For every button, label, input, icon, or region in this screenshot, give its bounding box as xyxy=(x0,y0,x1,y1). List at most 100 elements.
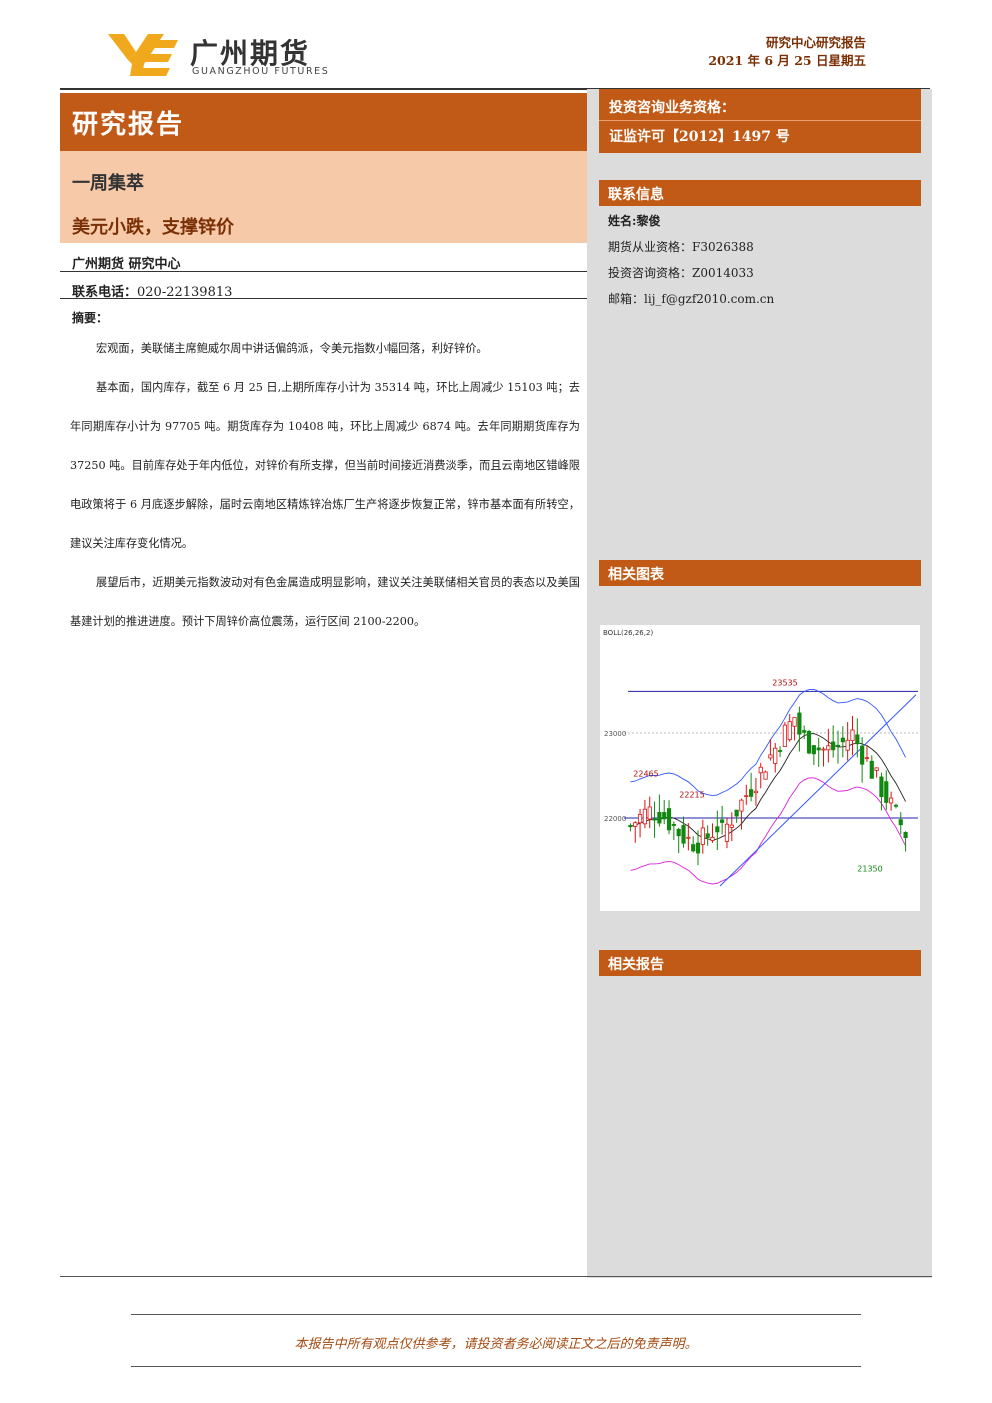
candle-body-29 xyxy=(768,754,773,759)
candle-body-27 xyxy=(758,766,763,774)
headline: 美元小跌，支撑锌价 xyxy=(72,217,234,238)
company-logo: 广州期货 GUANGZHOU FUTURES xyxy=(108,30,348,80)
price-annotation-1: 22465 xyxy=(633,769,658,778)
candle-body-25 xyxy=(749,789,754,797)
candle-body-13 xyxy=(691,844,696,852)
candle-body-1 xyxy=(633,822,638,827)
candle-body-50 xyxy=(869,760,874,779)
candle-body-4 xyxy=(647,806,652,820)
candle-body-19 xyxy=(720,819,725,823)
futures-label: 期货从业资格： xyxy=(608,240,693,254)
report-type: 研究中心研究报告 xyxy=(765,35,866,50)
email-label: 邮箱： xyxy=(608,292,645,306)
report-date: 2021 年 6 月 25 日星期五 xyxy=(708,53,866,68)
candle-body-23 xyxy=(739,799,744,812)
candle-body-33 xyxy=(787,721,792,740)
candle-body-51 xyxy=(874,767,879,771)
price-annotation-2: 22215 xyxy=(679,791,704,800)
candle-body-20 xyxy=(724,823,730,842)
org-divider xyxy=(60,271,587,272)
candle-body-30 xyxy=(773,747,778,764)
candle-body-24 xyxy=(744,795,749,798)
price-annotation-0: 23535 xyxy=(772,679,797,688)
candle-body-34 xyxy=(792,717,797,727)
analyst-name: 姓名:黎俊 xyxy=(608,212,660,229)
candle-body-5 xyxy=(652,818,657,821)
charts-section-header: 相关图表 xyxy=(599,560,921,586)
candle-body-15 xyxy=(700,827,705,845)
email-address[interactable]: lij_f@gzf2010.com.cn xyxy=(644,292,774,306)
price-annotation-3: 21350 xyxy=(857,864,882,873)
candle-body-44 xyxy=(840,737,845,743)
candle-body-21 xyxy=(729,824,734,828)
organization: 广州期货 研究中心 xyxy=(72,257,181,272)
candle-body-52 xyxy=(879,776,884,798)
consult-qualification: 投资咨询资格：Z0014033 xyxy=(608,264,754,281)
candle-body-9 xyxy=(671,823,676,826)
footer-divider-lower xyxy=(131,1366,861,1367)
candle-body-36 xyxy=(802,730,807,733)
candle-body-37 xyxy=(806,730,812,754)
candle-body-35 xyxy=(797,712,802,735)
qualification-label: 投资咨询业务资格： xyxy=(609,100,735,116)
candle-body-14 xyxy=(695,842,701,854)
band-title: 研究报告 xyxy=(72,110,185,140)
candle-body-2 xyxy=(637,813,643,824)
futures-id: F3026388 xyxy=(692,240,754,254)
column-name: 一周集萃 xyxy=(72,173,144,194)
candle-body-55 xyxy=(893,804,899,807)
candle-body-41 xyxy=(826,745,831,751)
candle-body-12 xyxy=(686,836,691,839)
futures-qualification: 期货从业资格：F3026388 xyxy=(608,238,754,255)
logo-english-name: GUANGZHOU FUTURES xyxy=(192,66,330,77)
disclaimer: 本报告中所有观点仅供参考，请投资者务必阅读正文之后的免责声明。 xyxy=(294,1337,698,1352)
abstract-paragraph-fundamentals: 基本面，国内库存，截至 6 月 25 日,上期所库存小计为 35314 吨，环比… xyxy=(70,381,580,550)
header-meta: 研究中心研究报告 2021 年 6 月 25 日星期五 xyxy=(708,34,866,70)
zinc-price-chart: 23000 22000 BOLL(26,26,2) 23535 22465 22215 2… xyxy=(600,625,920,911)
subtitle-band: 一周集萃 美元小跌，支撑锌价 xyxy=(60,151,587,243)
candlestick-chart: 23000 22000 BOLL(26,26,2) 23535 22465 22215 2… xyxy=(603,629,918,887)
qualification-box: 投资咨询业务资格： 证监许可【2012】1497 号 xyxy=(599,89,921,153)
footer-divider-top xyxy=(60,1276,932,1277)
boll-upper-line xyxy=(630,688,906,797)
y-tick-label-0: 23000 xyxy=(604,730,626,738)
candle-body-54 xyxy=(889,797,894,804)
reports-section-header: 相关报告 xyxy=(599,950,921,976)
candle-body-40 xyxy=(821,748,826,751)
candle-body-46 xyxy=(850,729,855,741)
indicator-label: BOLL(26,26,2) xyxy=(603,629,653,637)
qualification-divider xyxy=(599,120,921,121)
consult-id: Z0014033 xyxy=(692,266,754,280)
candle-body-32 xyxy=(782,724,787,747)
candle-body-7 xyxy=(662,812,667,820)
candle-body-56 xyxy=(898,819,903,826)
y-tick-label-1: 22000 xyxy=(604,815,626,823)
candle-body-28 xyxy=(763,771,768,780)
candle-body-49 xyxy=(864,757,870,760)
candle-body-53 xyxy=(884,781,889,803)
candle-body-18 xyxy=(715,826,720,833)
candle-body-22 xyxy=(734,809,739,817)
candle-body-45 xyxy=(845,739,850,751)
contact-section-header: 联系信息 xyxy=(599,180,921,206)
footer-divider-upper xyxy=(131,1314,861,1315)
candle-body-48 xyxy=(860,745,865,765)
name-label: 姓名: xyxy=(608,214,637,228)
candle-body-43 xyxy=(835,744,841,747)
email: 邮箱：lij_f@gzf2010.com.cn xyxy=(608,290,774,307)
candle-body-31 xyxy=(777,750,783,752)
consult-label: 投资咨询资格： xyxy=(608,266,693,280)
candle-body-10 xyxy=(676,828,681,837)
candle-body-38 xyxy=(811,745,816,755)
candle-body-11 xyxy=(681,825,686,844)
candle-body-8 xyxy=(666,808,672,831)
candle-body-17 xyxy=(710,836,715,841)
candle-body-3 xyxy=(642,808,647,825)
candle-body-42 xyxy=(831,741,836,751)
name-value: 黎俊 xyxy=(636,214,661,228)
candle-body-26 xyxy=(753,790,759,794)
title-band: 研究报告 xyxy=(60,93,587,151)
candle-body-47 xyxy=(855,734,860,745)
candle-body-16 xyxy=(705,833,710,838)
candle-body-6 xyxy=(657,812,662,824)
